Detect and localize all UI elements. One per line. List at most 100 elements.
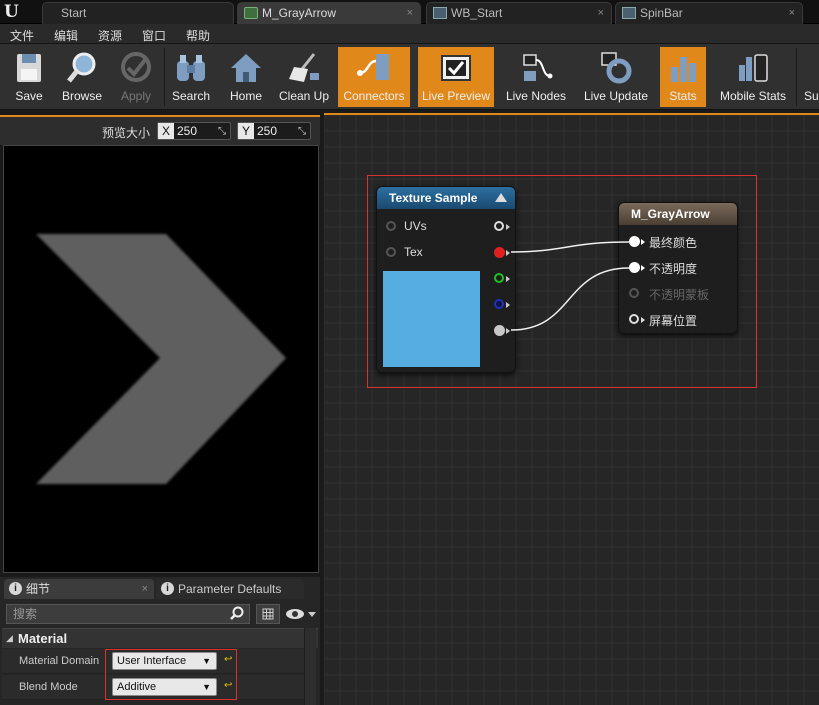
- tex-input-pin[interactable]: [386, 247, 396, 257]
- tab-label: Parameter Defaults: [178, 582, 282, 596]
- material-result-node[interactable]: M_GrayArrow 最终颜色 不透明度 不透明蒙板 屏幕位置: [618, 202, 738, 334]
- preview-x-field[interactable]: X 250 ⤡: [157, 122, 231, 140]
- collapse-triangle-icon[interactable]: [495, 193, 507, 202]
- pin-arrow-icon: [641, 317, 645, 323]
- pin-arrow-icon: [641, 239, 645, 245]
- screen-position-input-pin[interactable]: [629, 314, 639, 324]
- property-matrix-button[interactable]: [256, 604, 280, 624]
- overflow-toolbar-button[interactable]: Su: [800, 47, 819, 107]
- toolbar-separator: [164, 48, 165, 106]
- green-output-pin[interactable]: [494, 273, 504, 283]
- live-update-button[interactable]: Live Update: [578, 47, 654, 107]
- resize-arrows-icon[interactable]: ⤡: [218, 126, 226, 137]
- info-icon: i: [161, 582, 174, 595]
- tab-details[interactable]: i 细节 ×: [4, 579, 154, 599]
- material-graph-canvas[interactable]: Texture Sample UVs Tex M_GrayArrow 最终颜色 …: [324, 113, 819, 705]
- toolbar-separator: [796, 48, 797, 106]
- close-icon[interactable]: ×: [407, 3, 413, 23]
- texture-sample-node[interactable]: Texture Sample UVs Tex: [376, 186, 516, 373]
- red-output-pin[interactable]: [494, 247, 505, 258]
- annotation-highlight-box: [105, 649, 237, 700]
- clean-up-button[interactable]: Clean Up: [276, 47, 332, 107]
- toolbar: Save Browse Apply Search Home Clean Up C…: [0, 44, 819, 110]
- gray-arrow-preview: [36, 234, 286, 484]
- home-button[interactable]: Home: [222, 47, 270, 107]
- tab-label: 细节: [26, 582, 51, 596]
- info-icon: i: [9, 582, 22, 595]
- stats-icon: [671, 57, 696, 82]
- visibility-options-button[interactable]: [284, 604, 318, 624]
- tab-label: WB_Start: [451, 6, 503, 20]
- material-preview-viewport[interactable]: [3, 145, 319, 573]
- apply-button[interactable]: Apply: [110, 47, 162, 107]
- close-icon[interactable]: ×: [789, 3, 795, 23]
- pin-arrow-icon: [506, 224, 510, 230]
- search-icon: [230, 606, 244, 620]
- live-nodes-button[interactable]: Live Nodes: [502, 47, 570, 107]
- tab-wb-start[interactable]: WB_Start ×: [426, 2, 612, 24]
- details-panel: i 细节 × i Parameter Defaults 搜索 ◢ Materia…: [0, 577, 320, 705]
- blue-output-pin[interactable]: [494, 299, 504, 309]
- menu-help[interactable]: 帮助: [186, 27, 210, 44]
- details-search-row: [4, 603, 320, 625]
- mobile-stats-icon: [739, 54, 768, 82]
- binoculars-icon: [177, 55, 205, 81]
- material-icon: [244, 7, 258, 19]
- tab-parameter-defaults[interactable]: i Parameter Defaults: [156, 579, 304, 599]
- live-preview-icon: [441, 55, 471, 81]
- magnifier-icon: [67, 52, 96, 83]
- property-label: Blend Mode: [19, 681, 78, 693]
- pin-label: 不透明蒙板: [649, 288, 710, 302]
- menu-file[interactable]: 文件: [10, 27, 34, 44]
- stats-button[interactable]: Stats: [660, 47, 706, 107]
- live-preview-button[interactable]: Live Preview: [418, 47, 494, 107]
- search-button[interactable]: Search: [167, 47, 215, 107]
- y-axis-label: Y: [238, 123, 254, 139]
- category-label: Material: [18, 631, 68, 646]
- live-update-icon: [601, 52, 632, 84]
- x-value: 250: [177, 124, 198, 138]
- broom-icon: [289, 53, 319, 82]
- mobile-stats-button[interactable]: Mobile Stats: [714, 47, 792, 107]
- pin-label: 最终颜色: [649, 236, 698, 250]
- menu-edit[interactable]: 编辑: [54, 27, 78, 44]
- tab-m-grayarrow[interactable]: M_GrayArrow ×: [237, 2, 421, 24]
- menu-asset[interactable]: 资源: [98, 27, 122, 44]
- details-search-input[interactable]: [6, 604, 250, 624]
- tab-spinbar[interactable]: SpinBar ×: [615, 2, 803, 24]
- close-icon[interactable]: ×: [142, 579, 148, 599]
- tab-label: M_GrayArrow: [262, 6, 337, 20]
- preview-size-label: 预览大小: [102, 126, 151, 140]
- final-color-input-pin[interactable]: [629, 236, 640, 247]
- resize-arrows-icon[interactable]: ⤡: [298, 126, 306, 137]
- home-icon: [231, 54, 261, 82]
- close-icon[interactable]: ×: [598, 3, 604, 23]
- alpha-output-pin[interactable]: [494, 325, 505, 336]
- pin-arrow-icon: [641, 265, 645, 271]
- connectors-button[interactable]: Connectors: [338, 47, 410, 107]
- pin-label: 不透明度: [649, 262, 698, 276]
- pin-arrow-icon: [506, 302, 510, 308]
- pin-arrow-icon: [506, 276, 510, 282]
- category-material[interactable]: ◢ Material: [2, 628, 318, 648]
- rgb-output-pin[interactable]: [494, 221, 504, 231]
- y-value: 250: [257, 124, 278, 138]
- apply-check-icon: [121, 52, 151, 82]
- x-axis-label: X: [158, 123, 174, 139]
- details-scrollbar[interactable]: [304, 628, 316, 705]
- save-button[interactable]: Save: [4, 47, 54, 107]
- pin-arrow-icon: [506, 250, 510, 256]
- browse-button[interactable]: Browse: [56, 47, 108, 107]
- uvs-input-pin[interactable]: [386, 221, 396, 231]
- grid-icon: [262, 608, 274, 620]
- opacity-mask-input-pin[interactable]: [629, 288, 639, 298]
- unreal-logo-icon[interactable]: U: [4, 2, 26, 22]
- eye-icon: [286, 609, 316, 619]
- menu-bar: 文件 编辑 资源 窗口 帮助: [0, 24, 819, 44]
- tab-start[interactable]: Start: [42, 2, 234, 24]
- menu-window[interactable]: 窗口: [142, 27, 166, 44]
- opacity-input-pin[interactable]: [629, 262, 640, 273]
- document-tab-bar: U Start M_GrayArrow × WB_Start × SpinBar…: [0, 0, 819, 24]
- live-nodes-icon: [523, 54, 553, 81]
- preview-y-field[interactable]: Y 250 ⤡: [237, 122, 311, 140]
